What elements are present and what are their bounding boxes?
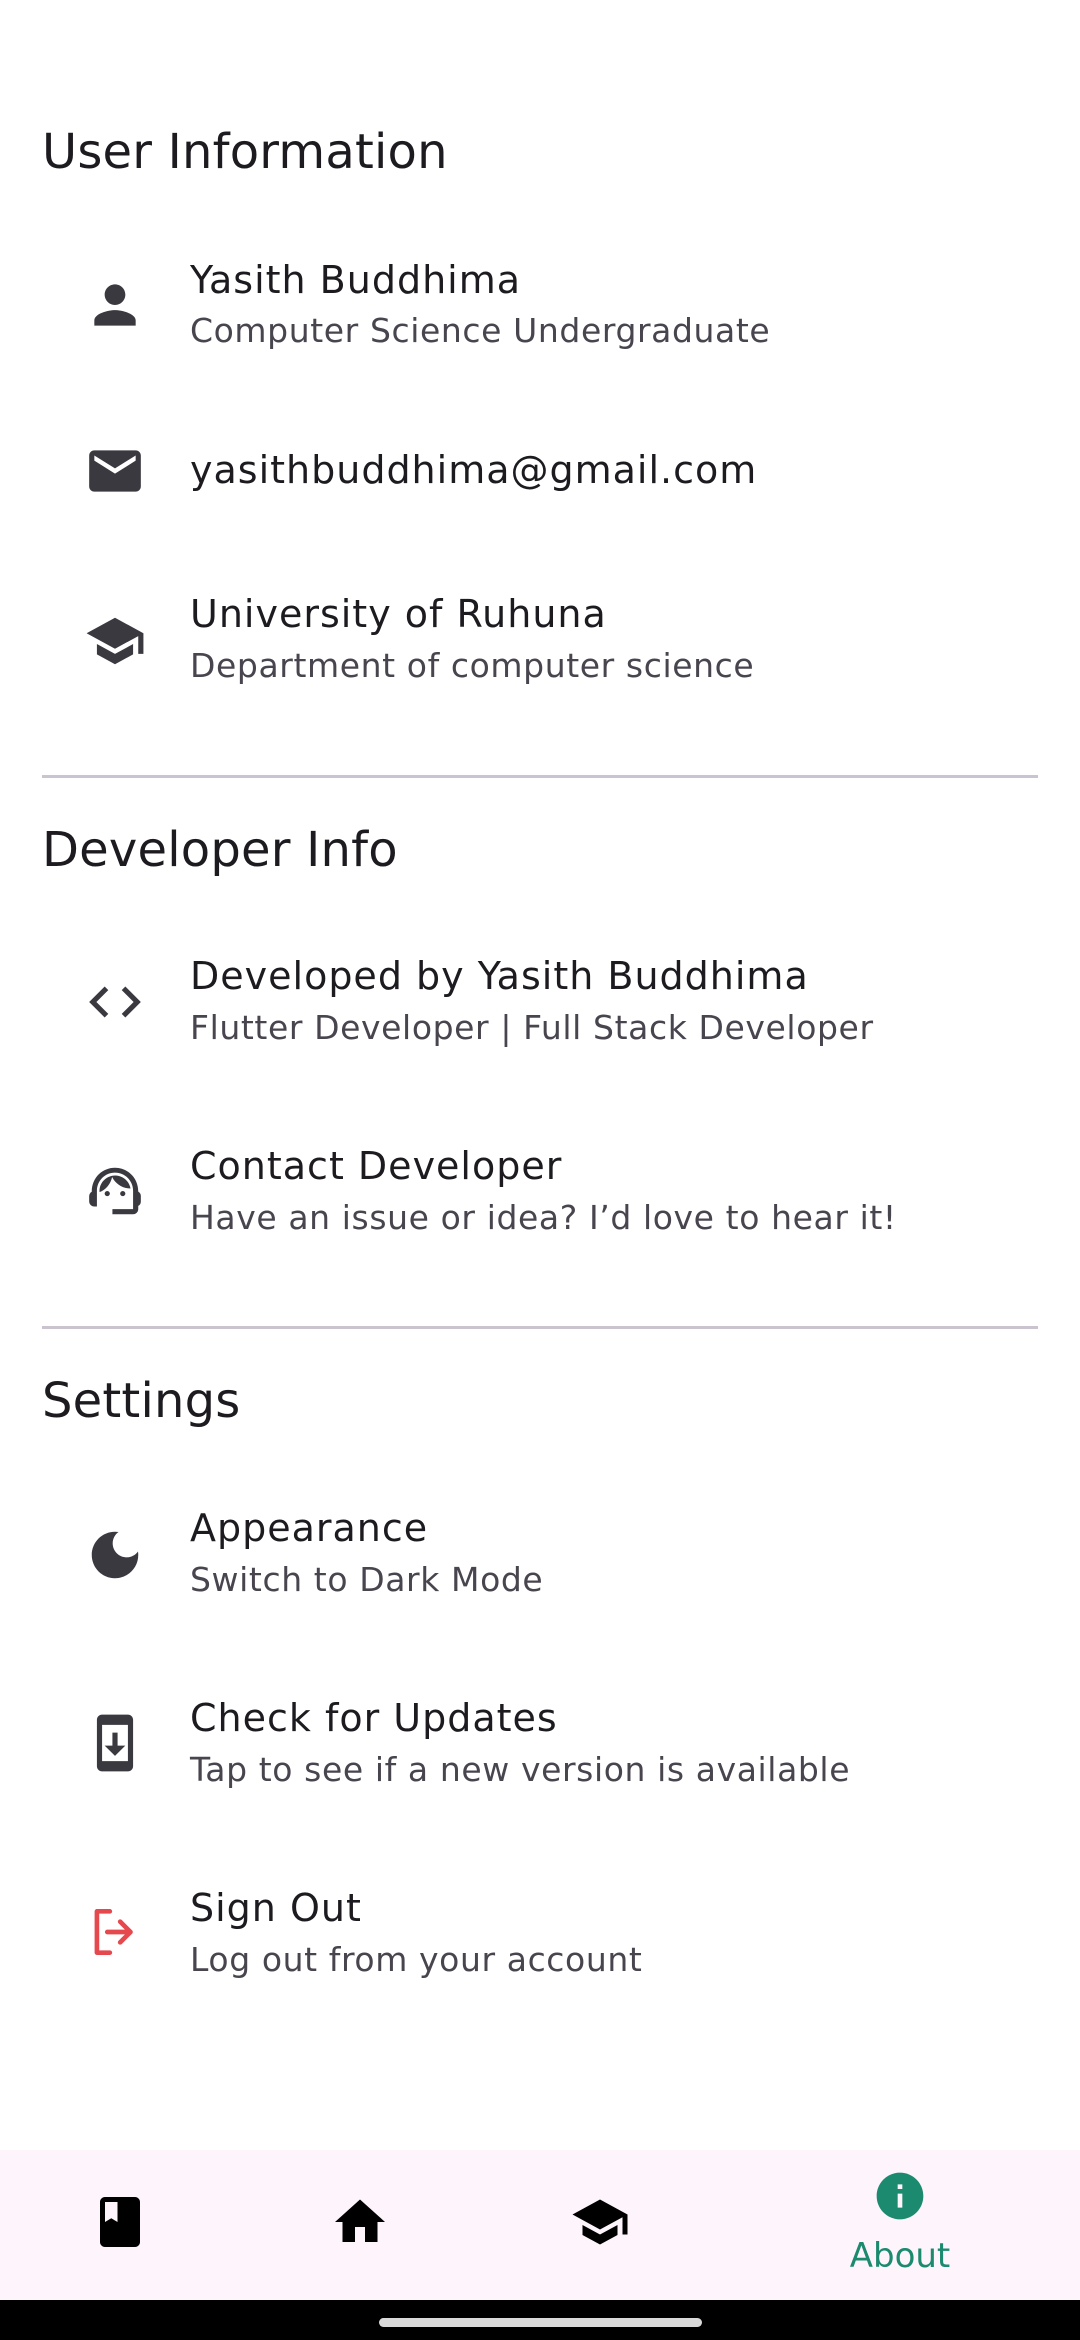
section-title-user-information: User Information xyxy=(42,124,448,180)
home-icon xyxy=(335,2199,385,2242)
list-item-title: Sign Out xyxy=(190,1886,362,1930)
list-item-email[interactable]: yasithbuddhima@gmail.com xyxy=(0,392,1080,552)
bottom-navigation-bar: About xyxy=(0,2150,1080,2300)
section-title-settings: Settings xyxy=(42,1373,241,1429)
nav-item-book[interactable] xyxy=(0,2150,240,2300)
school-icon xyxy=(572,2199,628,2245)
nav-item-home[interactable] xyxy=(240,2150,480,2300)
list-item-subtitle: Switch to Dark Mode xyxy=(190,1560,544,1599)
code-icon xyxy=(84,971,146,1033)
list-item-developed-by[interactable]: Developed by Yasith Buddhima Flutter Dev… xyxy=(0,926,1080,1086)
list-item-subtitle: Log out from your account xyxy=(190,1940,643,1979)
list-item-sign-out[interactable]: Sign Out Log out from your account xyxy=(0,1856,1080,2016)
list-item-user-name[interactable]: Yasith Buddhima Computer Science Undergr… xyxy=(0,226,1080,386)
list-item-title: Check for Updates xyxy=(190,1696,558,1740)
support-agent-icon xyxy=(84,1160,146,1222)
logout-icon xyxy=(84,1901,146,1963)
list-item-title: University of Ruhuna xyxy=(190,592,607,636)
list-item-title: Contact Developer xyxy=(190,1144,563,1188)
list-item-title: yasithbuddhima@gmail.com xyxy=(190,448,758,492)
mail-icon xyxy=(84,440,146,502)
list-item-appearance[interactable]: Appearance Switch to Dark Mode xyxy=(0,1476,1080,1636)
person-icon xyxy=(84,274,146,336)
list-item-subtitle: Tap to see if a new version is available xyxy=(190,1750,851,1789)
divider xyxy=(42,775,1038,778)
nav-item-school[interactable] xyxy=(480,2150,720,2300)
list-item-subtitle: Flutter Developer | Full Stack Developer xyxy=(190,1008,874,1047)
book-icon xyxy=(100,2197,140,2247)
section-title-developer-info: Developer Info xyxy=(42,822,398,878)
list-item-check-updates[interactable]: Check for Updates Tap to see if a new ve… xyxy=(0,1666,1080,1826)
list-item-subtitle: Department of computer science xyxy=(190,646,755,685)
info-icon xyxy=(876,2172,924,2220)
list-item-title: Appearance xyxy=(190,1506,429,1550)
divider xyxy=(42,1326,1038,1329)
nav-label-about: About xyxy=(849,2236,951,2276)
nav-item-about[interactable]: About xyxy=(780,2150,1020,2300)
list-item-subtitle: Computer Science Undergraduate xyxy=(190,311,771,350)
system-update-icon xyxy=(84,1712,146,1774)
list-item-university[interactable]: University of Ruhuna Department of compu… xyxy=(0,562,1080,722)
list-item-title: Yasith Buddhima xyxy=(190,258,522,302)
list-item-title: Developed by Yasith Buddhima xyxy=(190,954,809,998)
list-item-subtitle: Have an issue or idea? I’d love to hear … xyxy=(190,1198,897,1237)
list-item-contact-developer[interactable]: Contact Developer Have an issue or idea?… xyxy=(0,1114,1080,1274)
dark-mode-icon xyxy=(84,1524,146,1586)
home-indicator[interactable] xyxy=(379,2318,702,2327)
school-icon xyxy=(84,610,146,672)
